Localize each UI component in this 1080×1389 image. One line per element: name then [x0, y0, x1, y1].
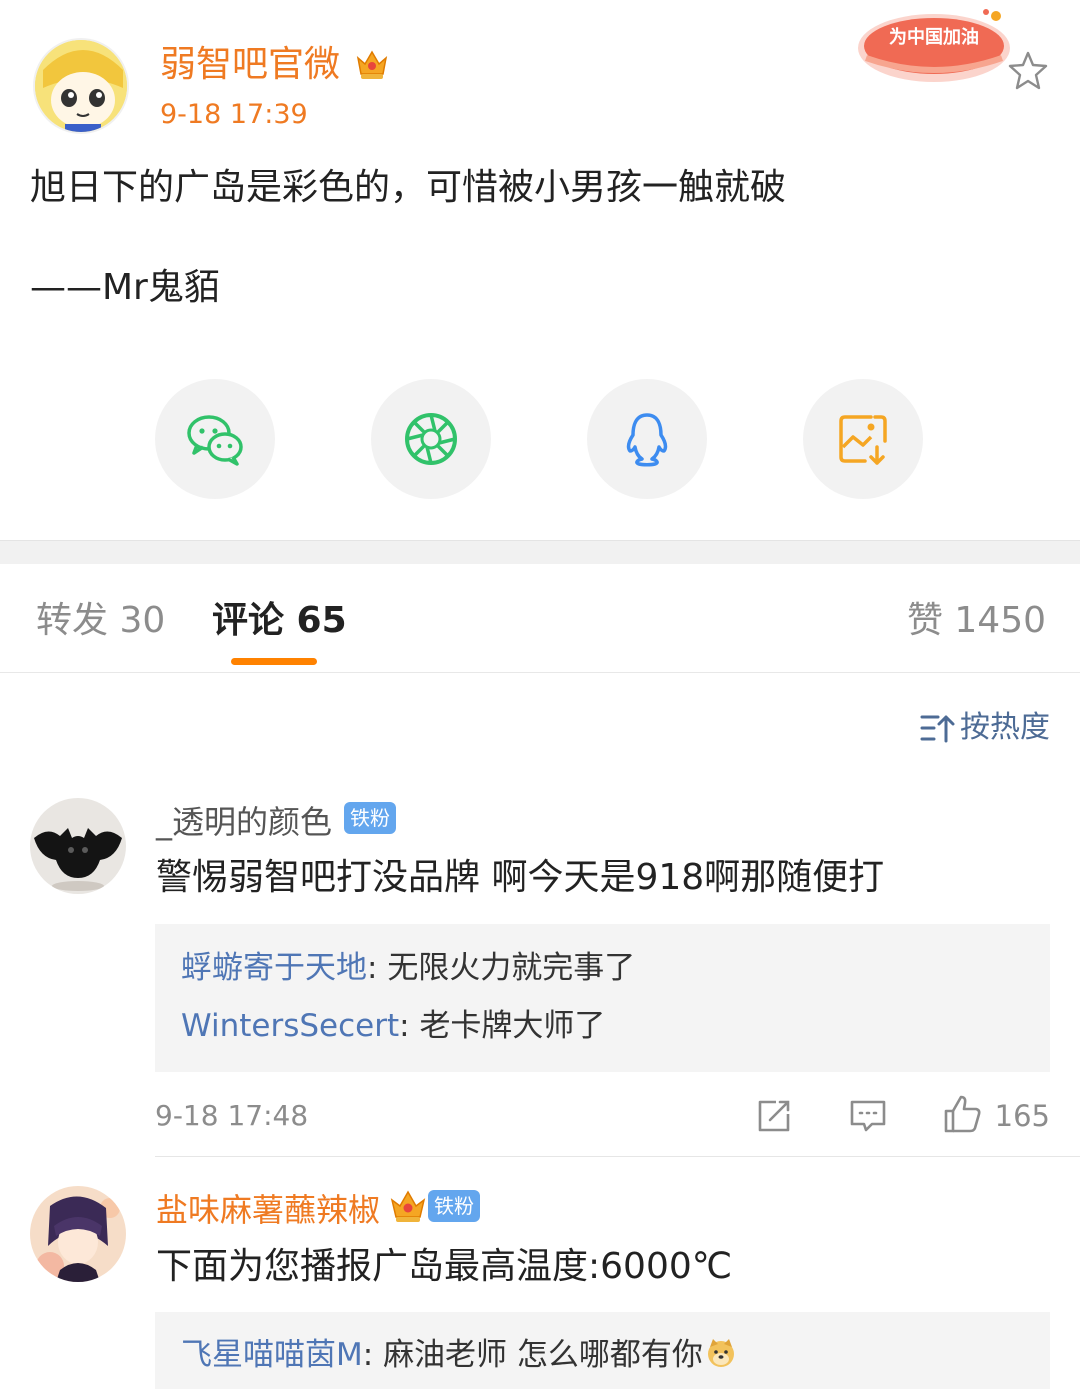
reply-separator: :	[362, 1337, 384, 1373]
author-avatar[interactable]	[33, 38, 129, 134]
comment-time: 9-18 17:48	[155, 1099, 309, 1132]
cheer-banner-icon: 为中国加油	[858, 9, 1010, 82]
reply-text: 老卡牌大师了	[419, 1008, 606, 1044]
reply-separator: :	[367, 950, 388, 986]
reply-item: 飞星喵喵茵M: 麻油老师 怎么哪都有你	[181, 1333, 737, 1377]
reply-username[interactable]: WintersSecert	[181, 1008, 399, 1044]
reply-username[interactable]: 飞星喵喵茵M	[181, 1337, 363, 1373]
share-moments-button[interactable]	[371, 379, 491, 499]
comment-divider	[155, 1156, 1080, 1157]
active-tab-indicator	[231, 658, 317, 665]
reply-separator: :	[399, 1008, 420, 1044]
like-count: 165	[994, 1099, 1050, 1133]
sort-by-hot-button[interactable]: 按热度	[918, 706, 1050, 750]
post-time: 9-18 17:39	[160, 99, 308, 130]
tab-likes[interactable]: 赞 1450	[907, 596, 1046, 646]
save-image-icon	[839, 415, 887, 465]
reply-box[interactable]: 蜉蝣寄于天地: 无限火力就完事了 WintersSecert: 老卡牌大师了	[155, 924, 1050, 1072]
reply-username[interactable]: 蜉蝣寄于天地	[181, 950, 367, 986]
comment-text: 下面为您播报广岛最高温度:6000℃	[156, 1246, 733, 1287]
post-text: 旭日下的广岛是彩色的，可惜被小男孩一触就破	[30, 167, 787, 208]
comment-icon[interactable]	[848, 1096, 888, 1136]
sort-icon	[920, 715, 955, 743]
avatar-anime-icon	[30, 1186, 126, 1282]
favorite-star-icon[interactable]	[1006, 48, 1050, 92]
reply-item: 蜉蝣寄于天地: 无限火力就完事了	[181, 946, 635, 990]
fan-badge: 铁粉	[428, 1190, 480, 1222]
comment-username[interactable]: _透明的颜色	[156, 800, 332, 844]
tab-reposts[interactable]: 转发 30	[36, 596, 165, 646]
wechat-icon	[187, 415, 243, 466]
post-header: 弱智吧官微 9-18 17:39 为中国加油	[0, 0, 1080, 140]
share-wechat-button[interactable]	[155, 379, 275, 499]
comment-avatar[interactable]	[30, 798, 126, 894]
sort-label: 按热度	[960, 710, 1050, 745]
qq-icon	[626, 413, 668, 467]
comment-username[interactable]: 盐味麻薯蘸辣椒	[156, 1188, 380, 1232]
author-name[interactable]: 弱智吧官微	[160, 40, 340, 90]
cheer-banner: 为中国加油	[856, 6, 1012, 88]
reply-box[interactable]: 飞星喵喵茵M: 麻油老师 怎么哪都有你	[155, 1312, 1050, 1389]
section-divider	[0, 540, 1080, 564]
reply-text: 麻油老师 怎么哪都有你	[383, 1337, 703, 1373]
avatar-bat-cat-icon	[30, 798, 126, 894]
tabs-divider	[0, 672, 1080, 673]
comment-avatar[interactable]	[30, 1186, 126, 1282]
repost-icon[interactable]	[754, 1096, 794, 1136]
post-signature: ——Mr鬼貊	[30, 267, 220, 308]
comment-text: 警惕弱智吧打没品牌 啊今天是918啊那随便打	[156, 857, 885, 898]
moments-icon	[405, 413, 457, 465]
doge-emoji-icon	[707, 1339, 734, 1367]
crown-icon	[356, 50, 388, 79]
like-thumb-icon[interactable]	[942, 1094, 982, 1134]
fan-badge: 铁粉	[344, 802, 396, 834]
share-qq-button[interactable]	[587, 379, 707, 499]
cheer-banner-text: 为中国加油	[889, 26, 979, 48]
tab-comments[interactable]: 评论 65	[212, 596, 347, 646]
save-image-button[interactable]	[803, 379, 923, 499]
reply-item: WintersSecert: 老卡牌大师了	[181, 1004, 605, 1048]
reply-text: 无限火力就完事了	[387, 950, 636, 986]
avatar-cartoon-icon	[35, 40, 127, 132]
crown-icon	[390, 1190, 426, 1222]
